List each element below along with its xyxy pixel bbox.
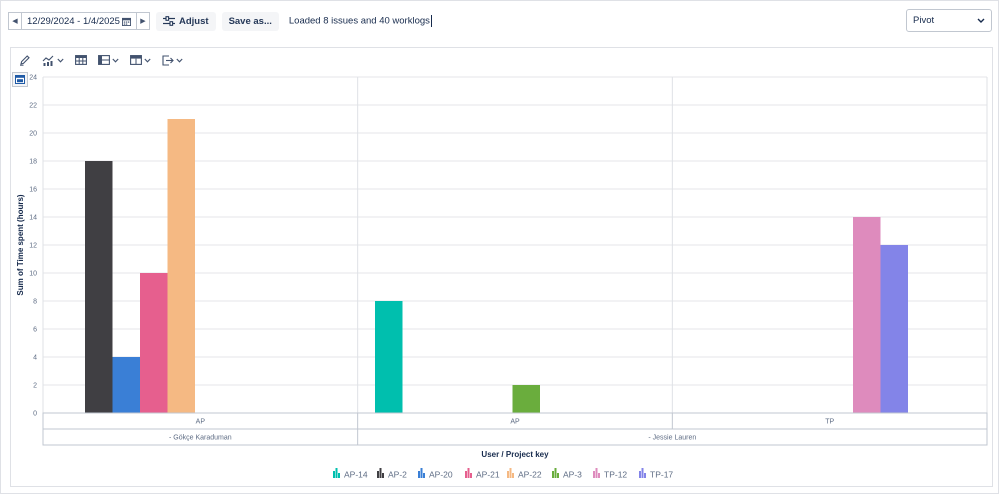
y-tick-label: 14 <box>29 215 37 222</box>
legend-swatch-tp-12 <box>593 471 595 478</box>
y-tick-label: 12 <box>29 243 37 250</box>
date-range-picker[interactable]: 12/29/2024 - 1/4/2025 <box>22 12 136 30</box>
legend-swatch-ap-21 <box>465 471 467 478</box>
legend-swatch-ap-3 <box>552 471 554 478</box>
y-tick-label: 6 <box>33 327 37 334</box>
legend-label-ap-22[interactable]: AP-22 <box>518 470 542 480</box>
y-tick-label: 0 <box>33 411 37 418</box>
bar-ap-22[interactable] <box>167 119 196 413</box>
project-key-label: TP <box>825 419 834 426</box>
y-tick-label: 20 <box>29 131 37 138</box>
view-type-value: Pivot <box>913 15 935 26</box>
y-tick-label: 18 <box>29 159 37 166</box>
text-cursor <box>430 15 432 27</box>
previous-week-button[interactable]: ◀ <box>8 12 22 30</box>
bar-ap-14[interactable] <box>375 301 403 413</box>
legend-label-ap-21[interactable]: AP-21 <box>476 470 500 480</box>
legend-swatch-ap-21 <box>467 468 470 478</box>
adjust-label: Adjust <box>179 15 209 27</box>
project-key-label: AP <box>510 419 520 426</box>
status-message: Loaded 8 issues and 40 worklogs <box>289 15 432 27</box>
legend-label-ap-14[interactable]: AP-14 <box>344 470 368 480</box>
legend-label-ap-20[interactable]: AP-20 <box>429 470 453 480</box>
legend-swatch-ap-20 <box>418 471 420 478</box>
x-axis-title: User / Project key <box>481 450 549 459</box>
y-tick-label: 10 <box>29 271 37 278</box>
project-key-label: AP <box>196 419 206 426</box>
legend-label-tp-17[interactable]: TP-17 <box>650 470 673 480</box>
bar-chart: 024681012141618202224AP AP TP- Gökçe Karad… <box>16 75 988 480</box>
legend-swatch-ap-3 <box>554 468 557 478</box>
user-label: - Jessie Lauren <box>648 435 696 442</box>
y-tick-label: 16 <box>29 187 37 194</box>
legend-swatch-ap-14 <box>338 473 340 478</box>
status-text: Loaded 8 issues and 40 worklogs <box>288 15 430 27</box>
bar-ap-21[interactable] <box>140 273 168 413</box>
save-as-button[interactable]: Save as... <box>221 11 279 31</box>
bar-tp-17[interactable] <box>880 245 909 413</box>
legend-swatch-ap-22 <box>507 471 509 478</box>
bar-ap-3[interactable] <box>512 385 541 413</box>
legend-swatch-ap-2 <box>379 468 382 478</box>
legend-swatch-tp-12 <box>598 473 600 478</box>
legend-label-ap-2[interactable]: AP-2 <box>388 470 407 480</box>
legend-swatch-tp-17 <box>641 468 644 478</box>
legend-swatch-ap-20 <box>420 468 423 478</box>
date-range-value: 12/29/2024 - 1/4/2025 <box>27 15 120 27</box>
y-tick-label: 22 <box>29 103 37 110</box>
calendar-icon <box>122 17 131 26</box>
save-as-label: Save as... <box>228 15 272 27</box>
legend-swatch-ap-20 <box>423 473 425 478</box>
legend-label-tp-12[interactable]: TP-12 <box>604 470 627 480</box>
legend-swatch-tp-17 <box>639 471 641 478</box>
legend-swatch-ap-14 <box>335 468 338 478</box>
y-tick-label: 2 <box>33 383 37 390</box>
y-axis-title: Sum of Time spent (hours) <box>16 194 25 296</box>
legend-swatch-ap-3 <box>557 473 559 478</box>
legend-swatch-tp-12 <box>595 468 598 478</box>
adjust-button[interactable]: Adjust <box>156 11 216 31</box>
bar-ap-2[interactable] <box>85 161 113 413</box>
y-tick-label: 4 <box>33 355 37 362</box>
legend-swatch-ap-2 <box>377 471 379 478</box>
next-week-button[interactable]: ▶ <box>136 12 150 30</box>
user-label: - Gökçe Karaduman <box>169 435 232 442</box>
legend-swatch-ap-22 <box>512 473 514 478</box>
chart-panel: 0 2 4 6 8 10 12 14 16 18 20 22 24 AP AP TP - Gökçe Karad… <box>10 47 993 487</box>
legend-swatch-ap-21 <box>470 473 472 478</box>
chevron-right-icon: ▶ <box>140 18 146 25</box>
y-tick-label: 8 <box>33 299 37 306</box>
chevron-left-icon: ◀ <box>12 18 18 25</box>
bar-ap-20[interactable] <box>112 357 141 413</box>
top-toolbar: ◀ 12/29/2024 - 1/4/2025 ▶ Adjust Save as… <box>8 11 432 31</box>
y-tick-label: 24 <box>29 75 37 82</box>
sliders-icon <box>163 16 175 26</box>
chevron-down-icon <box>977 18 985 23</box>
legend-swatch-ap-2 <box>382 473 384 478</box>
view-type-select[interactable]: Pivot <box>906 9 992 32</box>
legend-swatch-ap-22 <box>509 468 512 478</box>
legend-swatch-ap-14 <box>333 471 335 478</box>
legend-label-ap-3[interactable]: AP-3 <box>563 470 582 480</box>
bar-tp-12[interactable] <box>853 217 881 413</box>
legend-swatch-tp-17 <box>644 473 646 478</box>
